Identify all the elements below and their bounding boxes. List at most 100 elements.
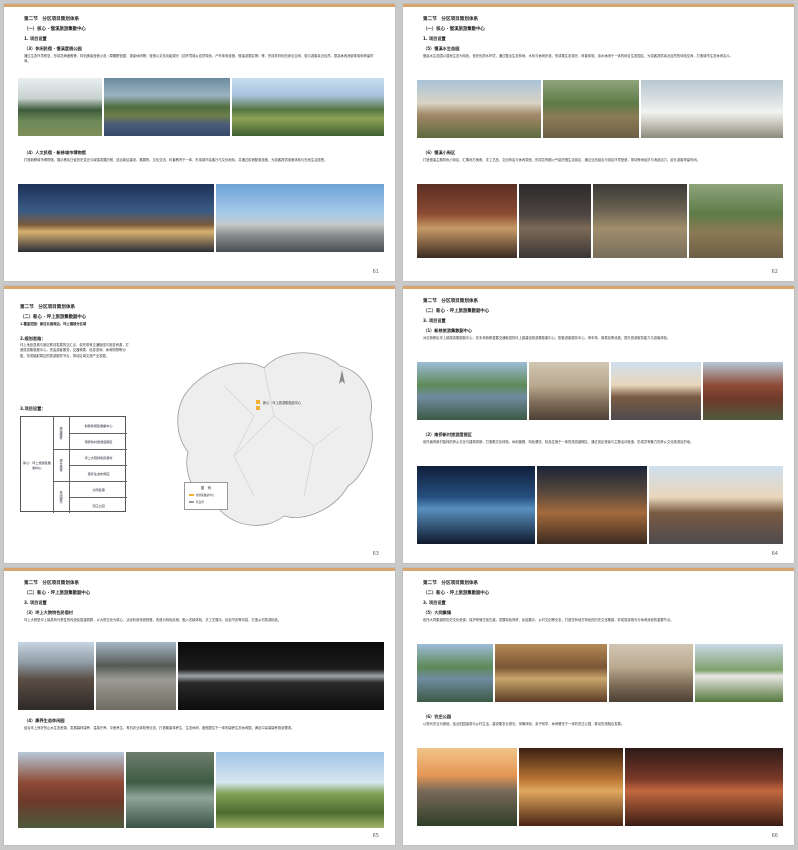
brick-villa-photo [18, 752, 124, 828]
legend-entry-label: 旅游集散副中心 [196, 494, 215, 497]
gate-photo [519, 184, 591, 258]
project-paragraph: 结合坪上良好的山水生态资源，发展森林康养、温泉疗养、中医养生、有机农业体验等业态… [24, 726, 295, 730]
project-paragraph: 打造慢溪主题特色小街区，汇集地方美食、手工艺品、文创商店与休闲茶座，形成富有烟火… [423, 158, 700, 162]
plan-paragraph: 坪上地处县城与新区联动发展的交汇点，依托现有交通枢纽与旅游资源，打造旅游集散副中… [20, 343, 129, 358]
legend-entry: 旅游集散副中心 [189, 493, 214, 497]
ornate-facade-photo [417, 748, 517, 826]
map-legend: 图 例 旅游集散副中心 区县界 [184, 482, 228, 510]
section-heading: 第二节 分区项目策划体系 [423, 299, 479, 304]
interior-exhibit-photo [178, 642, 384, 710]
item-heading: 3. 项目设置 [423, 600, 446, 605]
legend-entry-label: 区县界 [196, 501, 204, 504]
project-heading: （2）南侨新村旅游度假区 [423, 432, 472, 437]
section-heading: 第二节 分区项目策划体系 [423, 581, 479, 586]
exhibit-wall-photo [609, 644, 693, 702]
project-heading: （4）康养生态休闲园 [24, 718, 65, 723]
bird-lake-photo [641, 80, 783, 138]
coverage-text: 1.覆盖范围：新区北面周边，坪上镇部分区域 [20, 322, 87, 326]
project-paragraph: 通过生态环境修复，形成花海度假等，特色美景营造小品（草棚野营屋、观景休闲等）营造… [24, 54, 374, 64]
section-heading: 第二节 分区项目策划体系 [24, 17, 80, 22]
section-heading: 第二节 分区项目策划体系 [423, 17, 479, 22]
night-street-render [537, 466, 647, 544]
page-top-rule [403, 568, 794, 571]
historic-map-photo [495, 644, 607, 702]
project-heading: （3）坪上大院特色民宿村 [24, 610, 73, 615]
village-aerial-photo [232, 78, 384, 136]
lakeside-house-photo [417, 80, 541, 138]
project-heading: （1）新移旅游集散副中心 [423, 328, 472, 333]
project-paragraph: 以现代农业为基础，结合田园景观与乡村生活，建设集农业观光、采摘体验、亲子研学、休… [423, 722, 625, 726]
page-number: 66 [771, 833, 778, 839]
section-heading: 第二节 分区项目策划体系 [20, 305, 76, 310]
courtyard-gate-photo [18, 642, 94, 710]
forest-cabin-photo [689, 184, 783, 258]
document-page-61: 第二节 分区项目策划体系 （一）核心 · 慢溪旅游集散中心 1. 项目设置 （3… [4, 4, 395, 281]
compass-icon [339, 370, 345, 384]
page-number: 61 [372, 269, 379, 275]
aerial-harbor-render [417, 362, 527, 420]
page-top-rule [4, 4, 395, 7]
subsection-heading: （二）新心 · 坪上旅游集散副中心 [20, 315, 87, 320]
street-shop-photo [417, 184, 517, 258]
page-top-rule [403, 4, 794, 7]
page-top-rule [4, 286, 395, 289]
page-top-rule [403, 286, 794, 289]
document-page-63: 第二节 分区项目策划体系 （二）新心 · 坪上旅游集散副中心 1.覆盖范围：新区… [4, 286, 395, 563]
table-row-header: 新心 · 坪上旅游集散副中心 [23, 461, 51, 470]
project-heading: （4）人文民宿 · 新移城市博物馆 [24, 150, 86, 155]
subsection-heading: （二）新心 · 坪上旅游集散副中心 [423, 591, 490, 596]
project-paragraph: 对位新移区坪上镇旅游集散副中心，在未来新移重要交通枢纽的坪上镇建设旅游集散副中心… [423, 336, 671, 340]
wooden-pavilion-photo [593, 184, 687, 258]
shopping-street-render [649, 466, 783, 544]
glasshouse-photo [18, 78, 102, 136]
item-heading: 3.项目设置： [20, 406, 46, 411]
page-number: 64 [771, 551, 778, 557]
document-page-66: 第二节 分区项目策划体系 （二）新心 · 坪上旅游集散副中心 3. 项目设置 （… [403, 568, 794, 845]
document-page-64: 第二节 分区项目策划体系 （二）新心 · 坪上旅游集散副中心 3. 项目设置 （… [403, 286, 794, 563]
courtyard-photo [96, 642, 176, 710]
table-cell: 坪上大院特色民宿村 [84, 455, 113, 460]
center-render [611, 362, 701, 420]
project-paragraph: 依托南侨新村独特的侨乡文化与建筑风貌，打造集文化体验、休闲度假、特色餐饮、精品住… [423, 440, 694, 444]
item-heading: 3. 项目设置 [24, 600, 47, 605]
project-heading: （6）慢溪小街区 [423, 150, 456, 155]
project-paragraph: 坪上大院是坪上镇具有代表性的传统民居建筑群，以大院文化为核心，活化利用传统院落，… [24, 618, 282, 622]
exhibit-hall-photo [417, 466, 535, 544]
subsection-heading: （二）新心 · 坪上旅游集散副中心 [423, 309, 490, 314]
page-number: 65 [372, 833, 379, 839]
project-heading: （5）大同集镇 [423, 610, 452, 615]
table-cell: 农庄公园 [92, 503, 105, 508]
project-table: 新心 · 坪上旅游集散副中心 旅游服务 观光旅游 休闲娱乐 新移旅游集散副中心 … [20, 416, 127, 513]
item-heading: 1. 项目设置 [24, 36, 47, 41]
museum-night-render [18, 184, 214, 252]
forest-path-photo [543, 80, 639, 138]
subsection-heading: （二）新心 · 坪上旅游集散副中心 [24, 591, 91, 596]
temple-interior-photo [519, 748, 623, 826]
old-hall-interior-photo [625, 748, 783, 826]
subsection-heading: （一）核心 · 慢溪旅游集散中心 [423, 27, 485, 32]
page-number: 62 [771, 269, 778, 275]
park-landscape-render [216, 752, 384, 828]
building-photo [703, 362, 783, 420]
project-paragraph: 打造新移城市博物馆，展示移民迁徙历史变迁与城镇发展历程，结合新区建设，集展陈、文… [24, 158, 328, 162]
page-top-rule [4, 568, 395, 571]
subsection-heading: （一）核心 · 慢溪旅游集散中心 [24, 27, 86, 32]
tent-field-photo [695, 644, 783, 702]
table-cell: 南侨新村旅游度假区 [84, 439, 113, 444]
project-heading: （5）慢溪水生态园 [423, 46, 460, 51]
item-heading: 2.规划思路： [20, 336, 46, 341]
museum-day-render [216, 184, 384, 252]
project-paragraph: 慢溪水生态园以湿地生态为特色，依托优质水环境，通过整合生态林地、水系与休闲步道，… [423, 54, 733, 58]
item-heading: 1. 项目设置 [423, 36, 446, 41]
table-cell: 大同集镇 [92, 487, 105, 492]
legend-title: 图 例 [200, 486, 212, 490]
section-heading: 第二节 分区项目策划体系 [24, 581, 80, 586]
legend-entry: 区县界 [189, 500, 204, 504]
timber-hall-photo [529, 362, 609, 420]
table-group-label: 休闲娱乐 [58, 490, 63, 504]
project-heading: （6）农庄公园 [423, 714, 452, 719]
project-heading: （3）休闲民宿 · 慢溪度假公园 [24, 46, 82, 51]
document-page-65: 第二节 分区项目策划体系 （二）新心 · 坪上旅游集散副中心 3. 项目设置 （… [4, 568, 395, 845]
table-group-label: 观光旅游 [58, 458, 63, 472]
wetland-photo [104, 78, 230, 136]
